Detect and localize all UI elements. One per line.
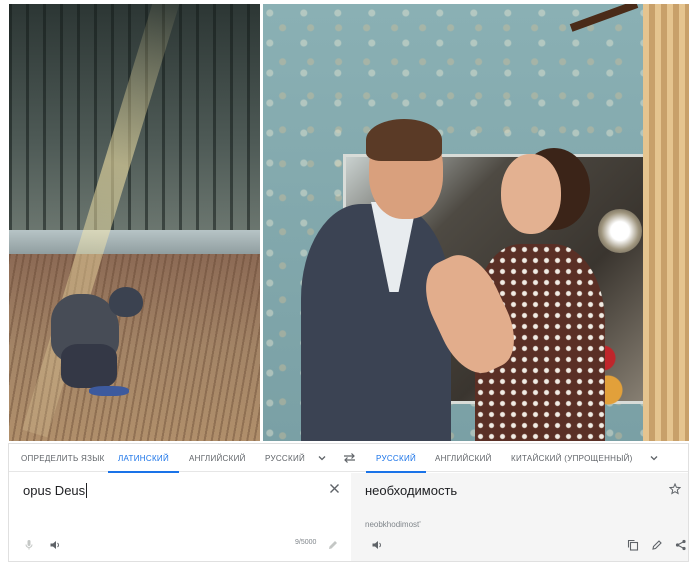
pencil-icon[interactable]: [327, 539, 339, 551]
source-text-input[interactable]: opus Deus: [23, 483, 88, 498]
man-suit: [301, 204, 451, 441]
language-bar: ОПРЕДЕЛИТЬ ЯЗЫК ЛАТИНСКИЙ АНГЛИЙСКИЙ РУС…: [9, 444, 688, 473]
text-caret: [86, 483, 88, 498]
woman-head: [501, 154, 561, 234]
source-pane[interactable]: opus Deus 9/5000: [9, 473, 351, 561]
source-text: opus Deus: [23, 483, 86, 498]
target-pane: необходимость neobkhodimost': [351, 473, 688, 561]
transliteration: neobkhodimost': [365, 520, 421, 529]
man-hair: [366, 119, 442, 161]
tab-detect-language[interactable]: ОПРЕДЕЛИТЬ ЯЗЫК: [21, 444, 105, 472]
tab-source-english[interactable]: АНГЛИЙСКИЙ: [189, 444, 246, 472]
child-legs: [61, 344, 117, 388]
curtain: [643, 4, 689, 441]
chevron-down-icon[interactable]: [649, 453, 659, 463]
tab-target-chinese[interactable]: КИТАЙСКИЙ (УПРОЩЕННЫЙ): [511, 444, 633, 472]
copy-icon[interactable]: [627, 539, 639, 551]
translate-widget: ОПРЕДЕЛИТЬ ЯЗЫК ЛАТИНСКИЙ АНГЛИЙСКИЙ РУС…: [8, 443, 689, 562]
swap-icon[interactable]: [343, 452, 356, 464]
share-icon[interactable]: [675, 539, 687, 551]
speaker-icon[interactable]: [371, 539, 383, 551]
pencil-icon[interactable]: [651, 539, 663, 551]
speaker-icon[interactable]: [49, 539, 61, 551]
pond: [9, 230, 260, 256]
character-counter: 9/5000: [295, 539, 317, 546]
close-icon[interactable]: [329, 483, 340, 494]
photo-couple-by-mirror: [263, 4, 689, 441]
chevron-down-icon[interactable]: [317, 453, 327, 463]
child-shoes: [89, 386, 129, 396]
microphone-icon[interactable]: [23, 539, 35, 551]
tab-target-english[interactable]: АНГЛИЙСКИЙ: [435, 444, 492, 472]
tab-source-russian[interactable]: РУССКИЙ: [265, 444, 305, 472]
child-head: [109, 287, 143, 317]
tab-target-russian[interactable]: РУССКИЙ: [365, 444, 427, 473]
tab-source-latin[interactable]: ЛАТИНСКИЙ: [107, 444, 180, 473]
translation-text: необходимость: [365, 483, 458, 498]
photo-child-in-meadow: [9, 4, 260, 441]
star-icon[interactable]: [669, 483, 681, 495]
light-flare: [598, 209, 642, 253]
